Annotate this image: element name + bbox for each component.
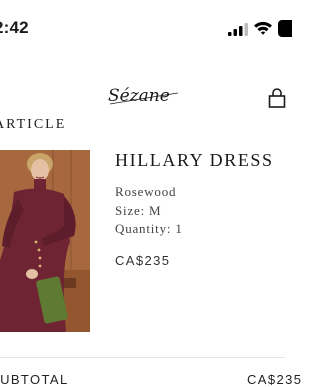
product-photo-illustration [0,150,90,332]
brand-logo[interactable]: Sézane [106,80,182,108]
product-price: CA$235 [115,253,171,268]
divider [0,357,285,358]
product-color: Rosewood [115,184,177,199]
wifi-icon [254,21,272,35]
app-header: Sézane [0,60,286,120]
status-time: 2:42 [0,18,29,37]
signal-icon [228,23,248,36]
section-title: ARTICLE [0,117,67,132]
product-quantity: Quantity: 1 [115,221,183,236]
product-name[interactable]: HILLARY DRESS [115,150,274,171]
bag-icon[interactable] [268,88,286,108]
battery-icon [278,20,292,37]
product-image[interactable] [0,150,90,332]
product-size: Size: M [115,203,162,218]
status-bar: 2:42 [0,0,292,44]
